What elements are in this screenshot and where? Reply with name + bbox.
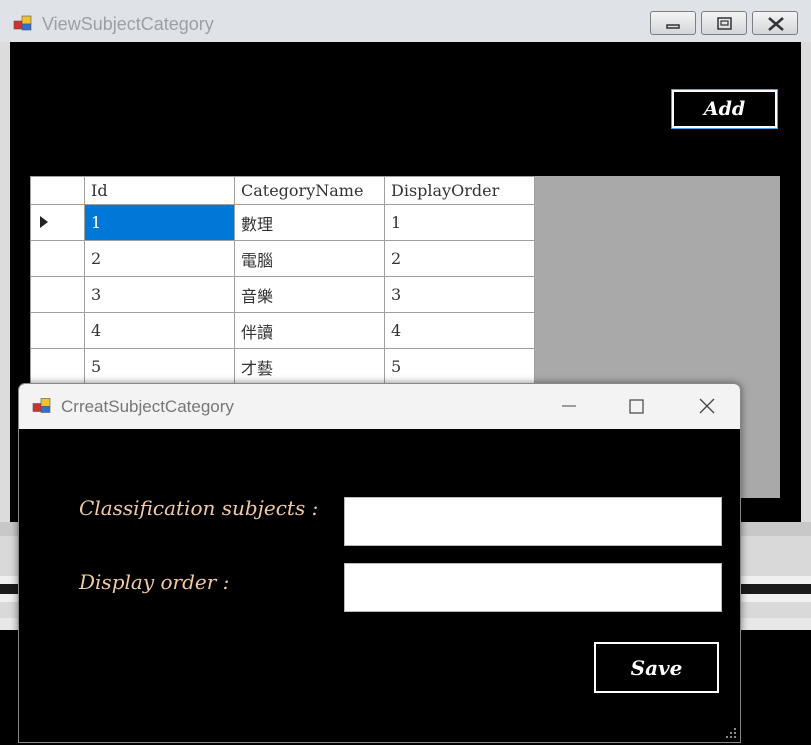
cell-id[interactable]: 4 xyxy=(84,312,235,349)
table-row[interactable]: 3 音樂 3 xyxy=(30,276,535,313)
dialog-maximize-button[interactable] xyxy=(617,392,657,420)
add-button[interactable]: Add xyxy=(672,90,777,128)
cell-id[interactable]: 3 xyxy=(84,276,235,313)
minimize-icon xyxy=(562,405,576,407)
display-order-input[interactable] xyxy=(344,563,722,612)
cell-display-order[interactable]: 4 xyxy=(384,312,535,349)
minimize-icon xyxy=(666,24,680,29)
row-header[interactable] xyxy=(30,276,85,313)
display-order-label: Display order : xyxy=(79,570,230,594)
column-header-displayorder[interactable]: DisplayOrder xyxy=(384,176,535,205)
row-header[interactable] xyxy=(30,240,85,277)
classification-subjects-input[interactable] xyxy=(344,497,722,546)
cell-category-name[interactable]: 電腦 xyxy=(234,240,385,277)
current-row-arrow-icon xyxy=(40,216,48,228)
app-icon xyxy=(32,398,51,413)
table-row[interactable]: 5 才藝 5 xyxy=(30,348,535,385)
grid-header-row: Id CategoryName DisplayOrder xyxy=(30,176,535,205)
save-button[interactable]: Save xyxy=(594,642,719,693)
close-button[interactable] xyxy=(752,11,798,35)
row-header[interactable] xyxy=(30,204,85,241)
close-icon xyxy=(768,17,784,31)
cell-id[interactable]: 2 xyxy=(84,240,235,277)
row-header[interactable] xyxy=(30,348,85,385)
maximize-icon xyxy=(629,399,644,414)
minimize-button[interactable] xyxy=(650,11,696,35)
restore-button[interactable] xyxy=(701,11,747,35)
cell-display-order[interactable]: 1 xyxy=(384,204,535,241)
table-row[interactable]: 4 伴讀 4 xyxy=(30,312,535,349)
cell-category-name[interactable]: 數理 xyxy=(234,204,385,241)
restore-icon xyxy=(717,17,732,30)
dialog-titlebar[interactable]: CrreatSubjectCategory xyxy=(19,384,740,429)
table-row[interactable]: 2 電腦 2 xyxy=(30,240,535,277)
dialog-title: CrreatSubjectCategory xyxy=(61,397,234,416)
classification-subjects-label: Classification subjects : xyxy=(79,496,319,520)
column-header-id[interactable]: Id xyxy=(84,176,235,205)
cell-id[interactable]: 1 xyxy=(84,204,235,241)
dialog-minimize-button[interactable] xyxy=(549,392,589,420)
app-icon xyxy=(13,15,32,31)
resize-grip-icon[interactable] xyxy=(725,727,737,739)
cell-display-order[interactable]: 5 xyxy=(384,348,535,385)
cell-category-name[interactable]: 音樂 xyxy=(234,276,385,313)
create-subject-category-dialog: CrreatSubjectCategory Classification sub… xyxy=(18,383,741,743)
back-window-titlebar[interactable]: ViewSubjectCategory xyxy=(0,0,811,42)
column-header-categoryname[interactable]: CategoryName xyxy=(234,176,385,205)
cell-id[interactable]: 5 xyxy=(84,348,235,385)
row-header-corner xyxy=(30,176,85,205)
back-window-title: ViewSubjectCategory xyxy=(42,14,214,34)
row-header[interactable] xyxy=(30,312,85,349)
dialog-close-button[interactable] xyxy=(687,392,727,420)
cell-display-order[interactable]: 2 xyxy=(384,240,535,277)
cell-category-name[interactable]: 伴讀 xyxy=(234,312,385,349)
table-row[interactable]: 1 數理 1 xyxy=(30,204,535,241)
close-icon xyxy=(699,398,715,414)
cell-category-name[interactable]: 才藝 xyxy=(234,348,385,385)
cell-display-order[interactable]: 3 xyxy=(384,276,535,313)
